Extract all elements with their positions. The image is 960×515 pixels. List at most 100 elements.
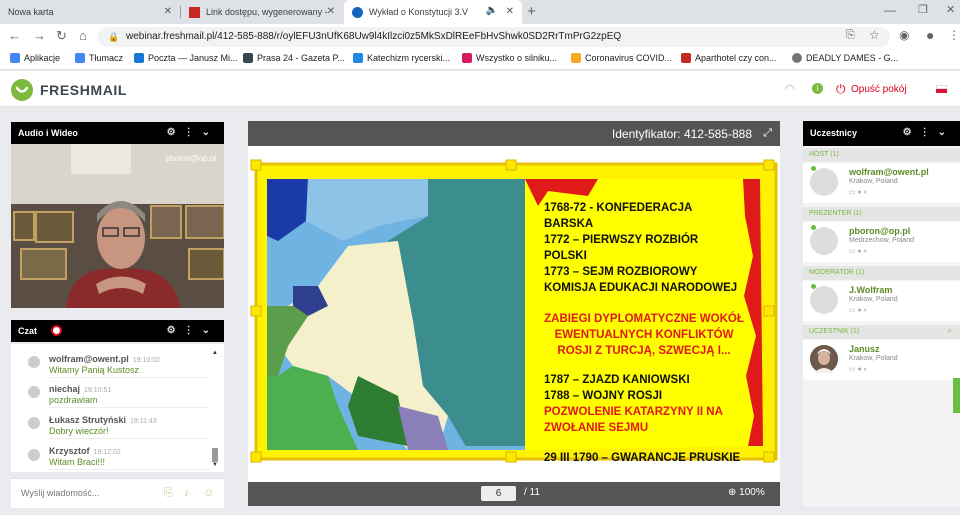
wifi-icon: ◠ (785, 83, 795, 95)
participant-moderator[interactable]: J.Wolfram Krakow, Poland ▭ ● ◐ (803, 281, 960, 321)
reload-icon[interactable]: ↻ (56, 28, 67, 44)
page-total: / 11 (524, 487, 540, 498)
info-icon[interactable]: i (812, 83, 823, 94)
device-icons: ▭ ● ◐ (849, 189, 868, 196)
slide-line: ZWOŁANIE SEJMU (544, 422, 649, 434)
gear-icon[interactable]: ⚙ (167, 325, 184, 336)
bookmark-aparthotel[interactable]: Aparthotel czy con... (681, 53, 777, 63)
back-icon[interactable]: ← (8, 28, 21, 43)
attachment-icon[interactable]: ⎘ (164, 487, 173, 500)
role-presenter: PREZENTER (1) (803, 207, 960, 221)
presentation-header: Identyfikator: 412-585-888 ⤢ (248, 121, 780, 146)
fullscreen-icon[interactable]: ⤢ (763, 127, 772, 140)
press-icon (243, 53, 253, 63)
page-icon (353, 53, 363, 63)
page-icon (571, 53, 581, 63)
webcam-image (11, 144, 224, 308)
polish-flag-icon[interactable] (936, 85, 947, 93)
role-host: HOST (1) (803, 148, 960, 162)
tab-title: Link dostępu, wygenerowany - W (206, 7, 328, 17)
address-bar: ← → ↻ ⌂ 🔒 webinar.freshmail.pl/412-585-8… (0, 24, 960, 50)
bookmark-apps[interactable]: Aplikacje (10, 53, 60, 63)
chevron-down-icon[interactable]: ⌄ (202, 325, 218, 336)
tab-access-link[interactable]: Link dostępu, wygenerowany - W ✕ (181, 0, 343, 24)
chevron-down-icon[interactable]: ⌄ (938, 127, 954, 138)
panel-controls: ⚙⋮⌄ (167, 320, 218, 342)
room-identifier: Identyfikator: 412-585-888 (611, 127, 752, 141)
device-icons: ▭ ● ◐ (849, 307, 868, 314)
avatar (810, 227, 838, 255)
drag-icon[interactable]: ⋮ (920, 127, 938, 138)
forward-icon[interactable]: → (33, 28, 46, 43)
participant-location: Krakow, Poland (849, 178, 898, 185)
side-tab[interactable] (953, 378, 960, 413)
avatar (810, 345, 838, 373)
gear-icon[interactable]: ⚙ (903, 127, 920, 138)
home-icon[interactable]: ⌂ (79, 28, 87, 43)
bookmark-covid[interactable]: Coronavirus COVID... (571, 53, 672, 63)
emoji-icon[interactable]: ☺ (203, 487, 214, 499)
star-icon[interactable]: ☆ (869, 28, 880, 42)
zoom-control[interactable]: ⊕ 100% (728, 487, 765, 498)
zoom-icon: ⊕ (728, 487, 740, 498)
bookmark-translate[interactable]: Tłumacz (75, 53, 123, 63)
maximize-icon[interactable]: ❐ (918, 3, 928, 16)
chat-input[interactable]: Wyślij wiadomość... ⎘ ♪ ☺ (11, 478, 224, 508)
participant-name: J.Wolfram (849, 285, 893, 295)
menu-icon[interactable]: ⋮ (948, 28, 960, 42)
chat-scrollbar[interactable]: ▲ ▼ (212, 350, 218, 468)
slide-line: 1788 – WOJNY ROSJI (544, 390, 663, 402)
microphone-icon[interactable]: ♪ (184, 487, 190, 499)
presentation-slide: 1768-72 - KONFEDERACJA BARSKA 1772 – PIE… (248, 146, 780, 482)
close-icon[interactable]: ✕ (506, 6, 514, 17)
panel-controls: ⚙⋮⌄ (167, 122, 218, 144)
avatar (28, 356, 40, 368)
bookmark-engine[interactable]: Wszystko o silniku... (462, 53, 557, 63)
url-input[interactable]: 🔒 webinar.freshmail.pl/412-585-888/r/oyl… (98, 27, 890, 47)
profile-icon[interactable]: ● (926, 27, 934, 43)
speaker-icon[interactable]: 🔈 (486, 5, 498, 16)
gear-icon[interactable]: ⚙ (167, 127, 184, 138)
participant-presenter[interactable]: pboron@op.pl Medrzechow, Poland ▭ ● ◐ (803, 222, 960, 262)
scroll-up-icon[interactable]: ▲ (212, 350, 218, 356)
url-text: webinar.freshmail.pl/412-585-888/r/oylEF… (126, 31, 622, 42)
participant-attendee[interactable]: Janusz Krakow, Poland ▭ ● ◐ (803, 340, 960, 380)
search-icon[interactable]: ⌕ (948, 326, 952, 336)
tab-lecture[interactable]: Wykład o Konstytucji 3.V 🔈 ✕ (344, 0, 522, 24)
close-icon[interactable]: ✕ (164, 6, 172, 17)
minimize-icon[interactable]: — (884, 3, 896, 17)
new-tab-icon[interactable]: + (527, 3, 536, 20)
drag-icon[interactable]: ⋮ (184, 127, 202, 138)
extension-icon[interactable]: ◉ (899, 28, 909, 42)
chat-message: Krzysztof 19:12:02 Witam Braci!!! (49, 445, 209, 470)
apps-icon (10, 53, 20, 63)
bookmark-press[interactable]: Prasa 24 - Gazeta P... (243, 53, 345, 63)
drag-icon[interactable]: ⋮ (184, 325, 202, 336)
close-icon[interactable]: ✕ (327, 6, 335, 17)
device-icons: ▭ ● ◐ (849, 248, 868, 255)
app-logo: FRESHMAIL (40, 82, 128, 98)
scroll-down-icon[interactable]: ▼ (212, 462, 218, 468)
panel-controls: ⚙⋮⌄ (903, 127, 954, 138)
browser-tab-bar: Nowa karta ✕ Link dostępu, wygenerowany … (0, 0, 960, 24)
bookmark-mail[interactable]: Poczta — Janusz Mi... (134, 53, 238, 63)
webinar-favicon-icon (352, 6, 363, 18)
tab-new-tab[interactable]: Nowa karta ✕ (0, 0, 180, 24)
page-number-input[interactable]: 6 (481, 486, 516, 501)
message-text: Witamy Panią Kustosz (49, 365, 140, 375)
slide-line: ROSJI Z TURCJĄ, SZWECJĄ I... (557, 345, 731, 357)
message-text: Witam Braci!!! (49, 457, 106, 467)
bookmark-deadly-dames[interactable]: DEADLY DAMES - G... (792, 53, 898, 63)
webinar-favicon-icon (189, 6, 200, 18)
chevron-down-icon[interactable]: ⌄ (202, 127, 218, 138)
leave-room-button[interactable]: Opuść pokój (851, 84, 907, 95)
participant-location: Medrzechow, Poland (849, 237, 914, 244)
role-moderator: MODERATOR (1) (803, 266, 960, 280)
participant-host[interactable]: wolfram@owent.pl Krakow, Poland ▭ ● ◐ (803, 163, 960, 203)
bookmark-catechism[interactable]: Katechizm rycerski... (353, 53, 450, 63)
scrollbar-thumb[interactable] (212, 448, 218, 462)
translate-icon[interactable]: ⎘ (846, 29, 855, 42)
message-author: wolfram@owent.pl (49, 354, 129, 364)
close-window-icon[interactable]: ✕ (946, 3, 955, 16)
message-author: niechaj (49, 384, 81, 394)
